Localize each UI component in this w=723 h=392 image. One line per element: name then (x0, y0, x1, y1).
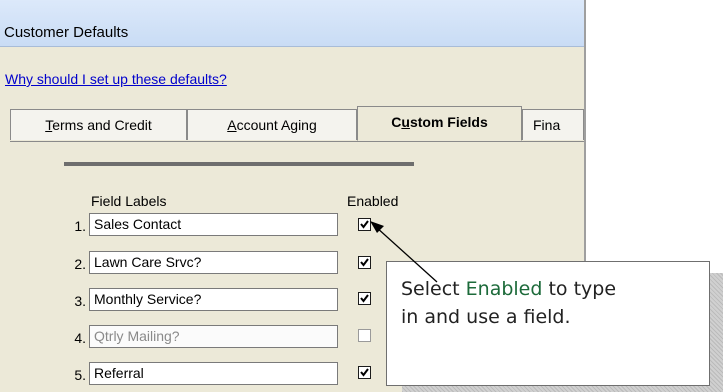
callout-arrow (370, 221, 438, 283)
